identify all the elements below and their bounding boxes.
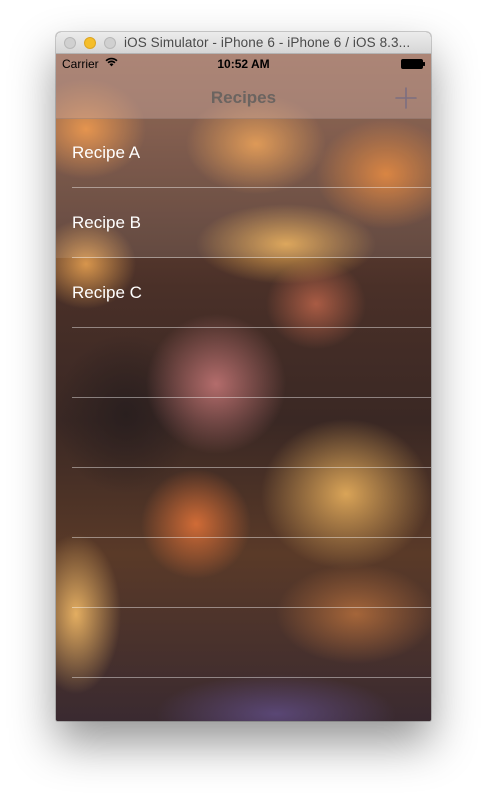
recipe-row[interactable]: Recipe B	[56, 188, 431, 258]
recipe-row-label: Recipe C	[72, 283, 142, 302]
status-time: 10:52 AM	[217, 57, 270, 71]
empty-row-separator	[72, 677, 431, 678]
empty-row-separator	[72, 607, 431, 608]
nav-title: Recipes	[210, 88, 277, 107]
empty-row-separator	[72, 537, 431, 538]
empty-row-separator	[72, 467, 431, 468]
simulator-window: iOS Simulator - iPhone 6 - iPhone 6 / iO…	[56, 32, 431, 721]
row-separator	[72, 327, 431, 328]
empty-row-separator	[72, 397, 431, 398]
zoom-window-button[interactable]	[104, 37, 116, 49]
recipes-table[interactable]: Recipe A Recipe B Recipe C	[56, 118, 431, 721]
status-bar: Carrier 10:52 AM	[56, 54, 431, 74]
add-recipe-button[interactable]	[392, 84, 420, 112]
minimize-window-button[interactable]	[84, 37, 96, 49]
device-screen: Recipe A Recipe B Recipe C Recipes Carri…	[56, 54, 431, 721]
close-window-button[interactable]	[64, 37, 76, 49]
window-titlebar[interactable]: iOS Simulator - iPhone 6 - iPhone 6 / iO…	[56, 32, 431, 54]
recipe-row[interactable]: Recipe A	[56, 118, 431, 188]
battery-icon	[401, 59, 425, 69]
recipe-row[interactable]: Recipe C	[56, 258, 431, 328]
plus-icon	[395, 87, 417, 109]
window-title: iOS Simulator - iPhone 6 - iPhone 6 / iO…	[124, 35, 411, 50]
recipe-row-label: Recipe B	[72, 213, 141, 232]
recipe-row-label: Recipe A	[72, 143, 141, 162]
